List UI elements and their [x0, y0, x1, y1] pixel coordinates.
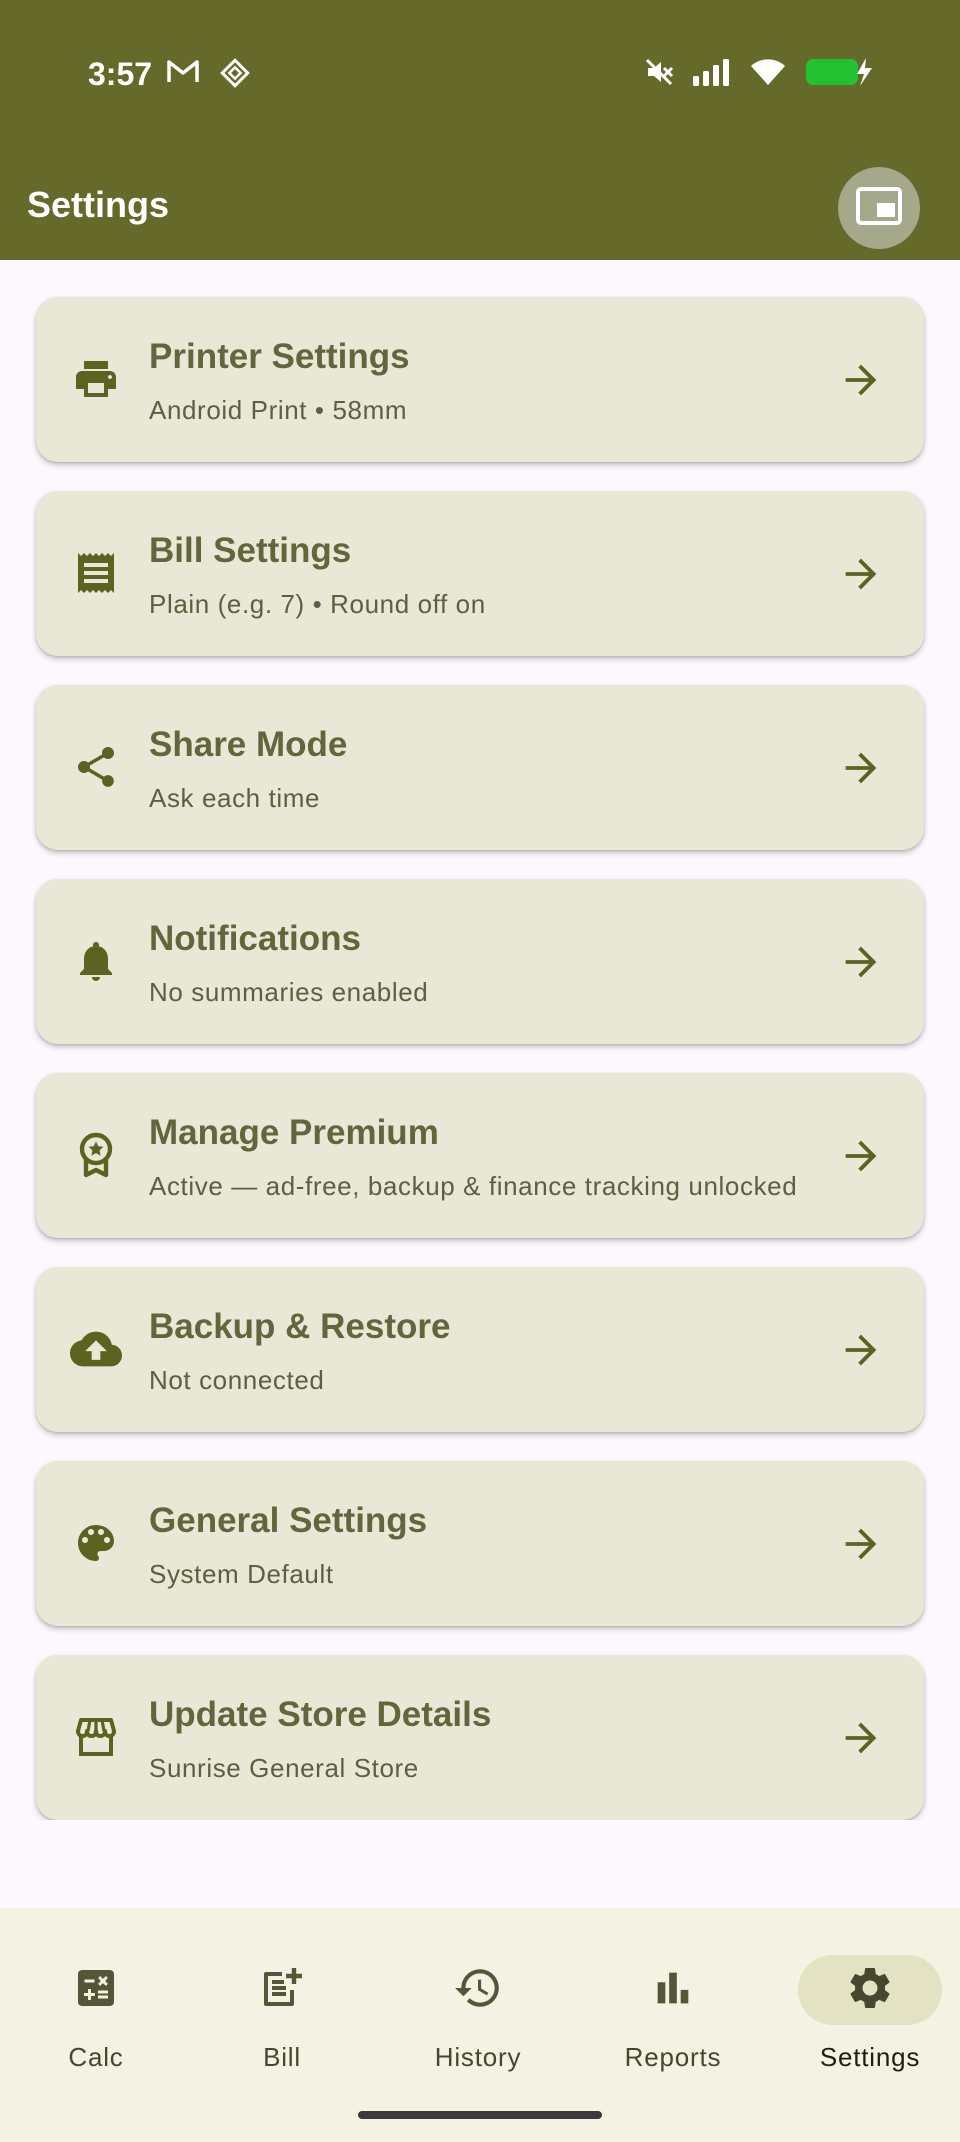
signal-icon	[692, 58, 732, 91]
app-diamond-icon	[220, 58, 250, 93]
card-subtitle: No summaries enabled	[149, 977, 429, 1007]
card-subtitle: Ask each time	[149, 783, 321, 813]
storefront-icon	[70, 1711, 122, 1763]
card-subtitle: System Default	[149, 1559, 334, 1589]
nav-icon-container	[406, 1955, 550, 2025]
nav-item-calc[interactable]: Calc	[0, 1928, 192, 2078]
palette-icon	[70, 1517, 122, 1569]
printer-settings-card[interactable]: Printer Settings Android Print • 58mm	[36, 297, 924, 462]
history-icon	[453, 1963, 503, 2018]
card-subtitle: Not connected	[149, 1365, 325, 1395]
card-subtitle: Android Print • 58mm	[149, 395, 408, 425]
status-time: 3:57	[88, 56, 153, 92]
card-title: Notifications	[149, 919, 361, 958]
wifi-icon	[750, 58, 786, 91]
card-subtitle: Plain (e.g. 7) • Round off on	[149, 589, 486, 619]
bill-add-icon	[258, 1964, 306, 2017]
home-indicator[interactable]	[358, 2111, 602, 2119]
gear-icon	[845, 1963, 895, 2018]
mute-icon	[644, 57, 674, 92]
bar-chart-icon	[650, 1965, 696, 2016]
card-title: Bill Settings	[149, 531, 352, 570]
settings-list[interactable]: Printer Settings Android Print • 58mm Bi…	[0, 260, 960, 1820]
arrow-right-icon	[838, 939, 884, 985]
cloud-upload-icon	[70, 1323, 122, 1375]
arrow-right-icon	[838, 1133, 884, 1179]
card-title: General Settings	[149, 1501, 428, 1540]
nav-item-settings[interactable]: Settings	[774, 1928, 960, 2078]
general-settings-card[interactable]: General Settings System Default	[36, 1461, 924, 1626]
nav-label: History	[434, 2042, 522, 2072]
nav-label: Calc	[68, 2042, 124, 2072]
nav-icon-container	[601, 1955, 745, 2025]
nav-item-history[interactable]: History	[382, 1928, 574, 2078]
nav-label: Settings	[819, 2042, 921, 2072]
printer-icon	[70, 353, 122, 405]
share-icon	[70, 741, 122, 793]
card-title: Printer Settings	[149, 337, 410, 376]
nav-icon-container	[210, 1955, 354, 2025]
card-title: Backup & Restore	[149, 1307, 451, 1346]
status-left-icons	[166, 58, 250, 93]
arrow-right-icon	[838, 1327, 884, 1373]
card-subtitle: Sunrise General Store	[149, 1753, 419, 1783]
nav-item-reports[interactable]: Reports	[577, 1928, 769, 2078]
bell-icon	[70, 935, 122, 987]
picture-in-picture-icon	[855, 186, 903, 231]
manage-premium-card[interactable]: Manage Premium Active — ad-free, backup …	[36, 1073, 924, 1238]
arrow-right-icon	[838, 1521, 884, 1567]
card-title: Update Store Details	[149, 1695, 492, 1734]
card-title: Manage Premium	[149, 1113, 439, 1152]
arrow-right-icon	[838, 745, 884, 791]
card-title: Share Mode	[149, 725, 348, 764]
calculator-icon	[72, 1964, 120, 2017]
bill-settings-card[interactable]: Bill Settings Plain (e.g. 7) • Round off…	[36, 491, 924, 656]
card-subtitle: Active — ad-free, backup & finance track…	[149, 1171, 798, 1201]
arrow-right-icon	[838, 551, 884, 597]
bottom-navigation-bar: Calc Bill History Reports Settings	[0, 1908, 960, 2142]
premium-badge-icon	[70, 1129, 122, 1181]
arrow-right-icon	[838, 357, 884, 403]
top-app-bar: 3:57 Settings	[0, 0, 960, 260]
nav-label: Bill	[263, 2042, 301, 2072]
gmail-icon	[166, 58, 200, 93]
update-store-details-card[interactable]: Update Store Details Sunrise General Sto…	[36, 1655, 924, 1820]
status-right-icons	[644, 56, 874, 93]
nav-icon-container	[24, 1955, 168, 2025]
picture-in-picture-button[interactable]	[838, 167, 920, 249]
arrow-right-icon	[838, 1715, 884, 1761]
receipt-icon	[70, 547, 122, 599]
nav-icon-container-active	[798, 1955, 942, 2025]
battery-charging-icon	[804, 56, 874, 93]
nav-label: Reports	[624, 2042, 722, 2072]
backup-restore-card[interactable]: Backup & Restore Not connected	[36, 1267, 924, 1432]
nav-item-bill[interactable]: Bill	[186, 1928, 378, 2078]
page-title: Settings	[27, 184, 170, 225]
notifications-card[interactable]: Notifications No summaries enabled	[36, 879, 924, 1044]
share-mode-card[interactable]: Share Mode Ask each time	[36, 685, 924, 850]
